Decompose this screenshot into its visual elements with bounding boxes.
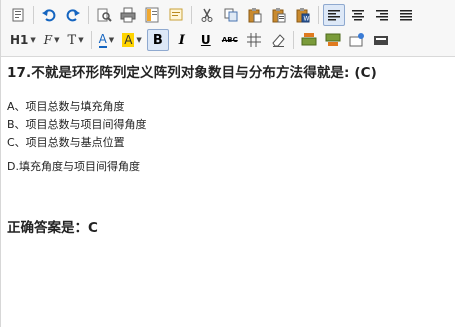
font-size-label: T <box>67 32 77 48</box>
undo-button[interactable] <box>38 4 60 26</box>
eraser-button[interactable] <box>267 29 289 51</box>
insert-row-below-button[interactable] <box>322 29 344 51</box>
toolbar-separator <box>33 6 34 24</box>
toolbar-row-2: H1 ▼ F ▼ T ▼ A ▼ A ▼ B I U ABC <box>7 28 394 52</box>
chevron-down-icon: ▼ <box>108 36 115 44</box>
toolbar-separator <box>191 6 192 24</box>
preview-icon <box>97 8 112 22</box>
background-color-label: A <box>122 33 135 47</box>
scissors-icon <box>201 8 213 22</box>
merge-cells-icon <box>349 33 364 47</box>
insert-row-above-icon <box>301 33 317 46</box>
print-icon <box>120 7 136 23</box>
editor-toolbar: W H1 ▼ F ▼ T ▼ A ▼ A ▼ B I U ABC <box>1 0 455 57</box>
toolbar-separator <box>88 6 89 24</box>
align-right-button[interactable] <box>371 4 393 26</box>
align-center-icon <box>352 10 364 21</box>
redo-icon <box>66 9 80 22</box>
chevron-down-icon: ▼ <box>136 36 142 44</box>
strikethrough-button[interactable]: ABC <box>219 29 241 51</box>
copy-icon <box>224 8 238 22</box>
editor-content[interactable]: 17.不就是环形阵列定义阵列对象数目与分布方法得就是: (C) A、项目总数与填… <box>7 64 452 236</box>
paste-text-icon <box>272 8 286 23</box>
toolbar-separator <box>90 31 92 49</box>
align-right-icon <box>376 10 388 21</box>
blockquote-icon <box>169 8 183 21</box>
template-icon <box>145 7 159 23</box>
chevron-down-icon: ▼ <box>78 36 84 44</box>
rich-text-editor: W H1 ▼ F ▼ T ▼ A ▼ A ▼ B I U ABC 17.不就是环… <box>0 0 455 327</box>
bold-button[interactable]: B <box>146 29 169 51</box>
italic-label: I <box>178 32 185 48</box>
insert-row-below-icon <box>325 33 341 46</box>
font-family-label: F <box>43 33 53 47</box>
insert-row-above-button[interactable] <box>298 29 320 51</box>
split-cells-button[interactable] <box>370 29 392 51</box>
eraser-icon <box>272 34 285 47</box>
undo-icon <box>42 9 56 22</box>
option-c: C、项目总数与基点位置 <box>7 136 125 149</box>
align-left-button[interactable] <box>323 4 345 26</box>
correct-answer: 正确答案是：C <box>7 220 98 236</box>
option-d: D.填充角度与项目间得角度 <box>7 160 140 173</box>
font-color-label: A <box>98 31 107 48</box>
bold-label: B <box>152 32 163 48</box>
align-justify-button[interactable] <box>395 4 417 26</box>
paste-button[interactable] <box>244 4 266 26</box>
align-left-icon <box>328 10 340 21</box>
source-code-icon <box>12 8 24 22</box>
split-cells-icon <box>373 36 388 45</box>
align-justify-icon <box>400 10 412 21</box>
background-color-dropdown[interactable]: A ▼ <box>119 29 145 51</box>
font-size-dropdown[interactable]: T ▼ <box>65 29 87 51</box>
paste-word-icon: W <box>296 8 310 23</box>
table-icon <box>246 33 261 47</box>
copy-button[interactable] <box>220 4 242 26</box>
paste-word-button[interactable]: W <box>292 4 314 26</box>
print-button[interactable] <box>117 4 139 26</box>
toolbar-separator <box>292 31 294 49</box>
blockquote-button[interactable] <box>165 4 187 26</box>
strikethrough-label: ABC <box>221 36 238 44</box>
merge-cells-button[interactable] <box>346 29 368 51</box>
cut-button[interactable] <box>196 4 218 26</box>
template-button[interactable] <box>141 4 163 26</box>
font-color-dropdown[interactable]: A ▼ <box>96 29 118 51</box>
paste-text-button[interactable] <box>268 4 290 26</box>
font-family-dropdown[interactable]: F ▼ <box>41 29 63 51</box>
option-b: B、项目总数与项目间得角度 <box>7 118 147 131</box>
table-button[interactable] <box>243 29 265 51</box>
question-text: 17.不就是环形阵列定义阵列对象数目与分布方法得就是: (C) <box>7 65 377 81</box>
preview-button[interactable] <box>93 4 115 26</box>
toolbar-separator <box>318 6 319 24</box>
option-a: A、项目总数与填充角度 <box>7 100 125 113</box>
paste-icon <box>248 8 262 23</box>
underline-button[interactable]: U <box>195 29 217 51</box>
source-code-button[interactable] <box>7 4 29 26</box>
heading-dropdown[interactable]: H1 ▼ <box>7 29 39 51</box>
chevron-down-icon: ▼ <box>30 36 36 44</box>
redo-button[interactable] <box>62 4 84 26</box>
svg-text:W: W <box>304 16 310 23</box>
heading-label: H1 <box>10 33 29 47</box>
align-center-button[interactable] <box>347 4 369 26</box>
underline-label: U <box>200 33 211 47</box>
italic-button[interactable]: I <box>171 29 193 51</box>
toolbar-row-1: W <box>7 3 419 27</box>
chevron-down-icon: ▼ <box>54 36 60 44</box>
